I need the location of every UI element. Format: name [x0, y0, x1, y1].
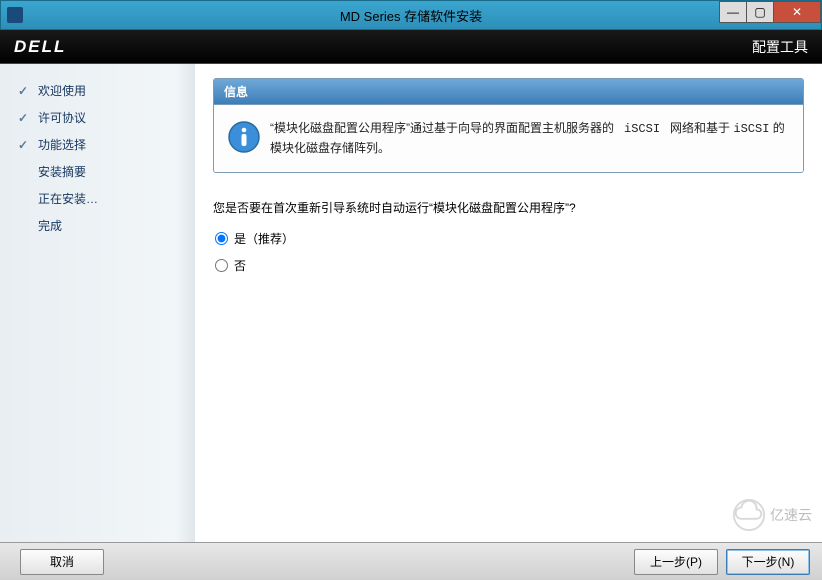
- sidebar-item-label: 完成: [38, 217, 62, 234]
- window-title: MD Series 存储软件安装: [1, 6, 821, 25]
- sidebar-item-label: 欢迎使用: [38, 82, 86, 99]
- sidebar-item-installing: ✓ 正在安装…: [18, 190, 195, 207]
- window-titlebar: MD Series 存储软件安装 — ▢ ✕: [0, 0, 822, 30]
- question-text: 您是否要在首次重新引导系统时自动运行“模块化磁盘配置公用程序”?: [213, 199, 804, 216]
- sidebar-item-welcome: ✓ 欢迎使用: [18, 82, 195, 99]
- radio-no-label: 否: [234, 257, 246, 274]
- info-text: “模块化磁盘配置公用程序”通过基于向导的界面配置主机服务器的 iSCSI 网络和…: [270, 119, 791, 158]
- radio-group-autorun: 是（推荐） 否: [213, 230, 804, 274]
- sidebar-item-done: ✓ 完成: [18, 217, 195, 234]
- brand-bar: DELL 配置工具: [0, 30, 822, 64]
- info-code-2: iSCSI: [733, 122, 769, 136]
- app-icon: [7, 7, 23, 23]
- radio-no[interactable]: 否: [213, 257, 804, 274]
- radio-yes[interactable]: 是（推荐）: [213, 230, 804, 247]
- wizard-body: ✓ 欢迎使用 ✓ 许可协议 ✓ 功能选择 ✓ 安装摘要 ✓ 正在安装… ✓ 完成…: [0, 64, 822, 542]
- wizard-content: 信息 “模块化磁盘配置公用程序”通过基于向导的界面配置主机服务器的 iSCSI …: [195, 64, 822, 542]
- section-title: 配置工具: [752, 37, 808, 57]
- check-icon: ✓: [18, 111, 32, 125]
- window-control-buttons: — ▢ ✕: [720, 1, 821, 23]
- wizard-footer: 取消 上一步(P) 下一步(N): [0, 542, 822, 580]
- sidebar-item-label: 安装摘要: [38, 163, 86, 180]
- sidebar-item-features: ✓ 功能选择: [18, 136, 195, 153]
- close-button[interactable]: ✕: [773, 1, 821, 23]
- sidebar-item-label: 许可协议: [38, 109, 86, 126]
- maximize-button[interactable]: ▢: [746, 1, 774, 23]
- dell-logo: DELL: [14, 37, 66, 57]
- wizard-sidebar: ✓ 欢迎使用 ✓ 许可协议 ✓ 功能选择 ✓ 安装摘要 ✓ 正在安装… ✓ 完成: [0, 64, 195, 542]
- radio-no-input[interactable]: [215, 259, 228, 272]
- info-text-prefix: “模块化磁盘配置公用程序”通过基于向导的界面配置主机服务器的: [270, 121, 614, 135]
- sidebar-item-license: ✓ 许可协议: [18, 109, 195, 126]
- info-panel: 信息 “模块化磁盘配置公用程序”通过基于向导的界面配置主机服务器的 iSCSI …: [213, 78, 804, 173]
- check-icon: ✓: [18, 84, 32, 98]
- back-button[interactable]: 上一步(P): [634, 549, 718, 575]
- info-icon: [226, 119, 270, 158]
- info-code-1: iSCSI: [624, 122, 660, 136]
- check-icon: ✓: [18, 138, 32, 152]
- radio-yes-label: 是（推荐）: [234, 230, 294, 247]
- info-panel-header: 信息: [214, 79, 803, 105]
- cancel-button[interactable]: 取消: [20, 549, 104, 575]
- sidebar-item-label: 功能选择: [38, 136, 86, 153]
- minimize-button[interactable]: —: [719, 1, 747, 23]
- sidebar-item-label: 正在安装…: [38, 190, 98, 207]
- next-button[interactable]: 下一步(N): [726, 549, 810, 575]
- info-panel-body: “模块化磁盘配置公用程序”通过基于向导的界面配置主机服务器的 iSCSI 网络和…: [214, 105, 803, 172]
- sidebar-item-summary: ✓ 安装摘要: [18, 163, 195, 180]
- info-text-mid: 网络和基于: [670, 121, 730, 135]
- radio-yes-input[interactable]: [215, 232, 228, 245]
